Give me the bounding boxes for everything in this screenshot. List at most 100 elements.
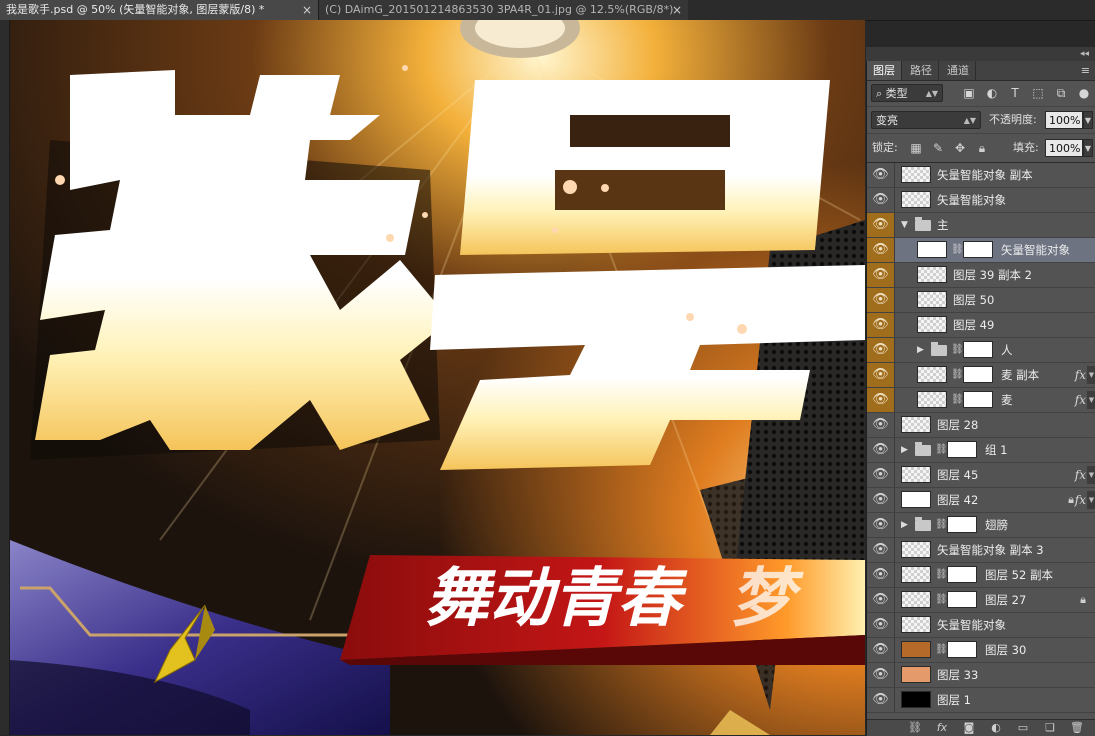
visibility-eye-icon[interactable]: 👁︎: [867, 613, 895, 637]
layer-name[interactable]: 图层 52 副本: [985, 563, 1053, 587]
new-layer-icon[interactable]: ❏: [1042, 720, 1058, 736]
visibility-eye-icon[interactable]: 👁︎: [867, 688, 895, 712]
visibility-eye-icon[interactable]: 👁︎: [867, 488, 895, 512]
expand-triangle-closed-icon[interactable]: ▶: [901, 513, 908, 537]
layer-thumbnail[interactable]: [901, 166, 931, 183]
filter-type-icon[interactable]: T: [1007, 85, 1023, 101]
folder-icon[interactable]: ▭: [1015, 720, 1031, 736]
layer-mask-thumbnail[interactable]: [963, 241, 993, 258]
tab-channels[interactable]: 通道: [941, 61, 976, 80]
visibility-eye-icon[interactable]: 👁︎: [867, 263, 895, 287]
mask-link-icon[interactable]: ⛓: [935, 438, 948, 462]
mask-link-icon[interactable]: ⛓: [935, 563, 948, 587]
layer-row[interactable]: 👁︎ ⛓ 图层 27 🔒︎: [867, 588, 1095, 613]
layer-thumbnail[interactable]: [901, 566, 931, 583]
visibility-eye-icon[interactable]: 👁︎: [867, 388, 895, 412]
layer-name[interactable]: 图层 50: [953, 288, 994, 312]
mask-link-icon[interactable]: ⛓: [935, 638, 948, 662]
layer-name[interactable]: 麦 副本: [1001, 363, 1039, 387]
filter-pixel-icon[interactable]: ▣: [961, 85, 977, 101]
layer-row[interactable]: 👁︎ 图层 39 副本 2: [867, 263, 1095, 288]
layer-row[interactable]: 👁︎ ▶ ⛓ 翅膀: [867, 513, 1095, 538]
mask-link-icon[interactable]: ⛓: [951, 338, 964, 362]
layer-row[interactable]: 👁︎ ⛓ 麦 fx ▼: [867, 388, 1095, 413]
mask-link-icon[interactable]: ⛓: [951, 363, 964, 387]
visibility-eye-icon[interactable]: 👁︎: [867, 213, 895, 237]
adjustment-icon[interactable]: ◐: [988, 720, 1004, 736]
layer-thumbnail[interactable]: [917, 266, 947, 283]
visibility-eye-icon[interactable]: 👁︎: [867, 413, 895, 437]
opacity-input[interactable]: 100%: [1045, 111, 1083, 129]
layer-name[interactable]: 图层 30: [985, 638, 1026, 662]
opacity-dropdown-icon[interactable]: ▼: [1083, 111, 1093, 129]
panel-menu-icon[interactable]: ≡: [1081, 61, 1090, 80]
fx-icon[interactable]: fx: [934, 720, 950, 736]
expand-triangle-closed-icon[interactable]: ▶: [917, 338, 924, 362]
close-icon[interactable]: ×: [672, 0, 682, 20]
tab-jpg-document[interactable]: (C) DAimG_201501214863530 3PA4R_01.jpg @…: [318, 0, 688, 20]
layer-name[interactable]: 矢量智能对象: [937, 188, 1006, 212]
lock-brush-icon[interactable]: ✎: [931, 141, 945, 155]
layer-name[interactable]: 图层 45: [937, 463, 978, 487]
visibility-eye-icon[interactable]: 👁︎: [867, 188, 895, 212]
visibility-eye-icon[interactable]: 👁︎: [867, 663, 895, 687]
layer-name[interactable]: 矢量智能对象 副本: [937, 163, 1033, 187]
layer-mask-thumbnail[interactable]: [947, 641, 977, 658]
layer-name[interactable]: 翅膀: [985, 513, 1008, 537]
layer-name[interactable]: 组 1: [985, 438, 1007, 462]
layer-mask-thumbnail[interactable]: [963, 391, 993, 408]
visibility-eye-icon[interactable]: 👁︎: [867, 538, 895, 562]
layer-mask-thumbnail[interactable]: [963, 341, 993, 358]
layer-thumbnail[interactable]: [901, 541, 931, 558]
layer-thumbnail[interactable]: [917, 291, 947, 308]
layer-row[interactable]: 👁︎ 矢量智能对象 副本 3: [867, 538, 1095, 563]
layer-row[interactable]: 👁︎ 图层 42 🔒︎ fx ▼: [867, 488, 1095, 513]
layer-row[interactable]: 👁︎ ▶ ⛓ 人: [867, 338, 1095, 363]
filter-shape-icon[interactable]: ⬚: [1030, 85, 1046, 101]
layer-row[interactable]: 👁︎ 图层 45 fx ▼: [867, 463, 1095, 488]
visibility-eye-icon[interactable]: 👁︎: [867, 588, 895, 612]
expand-triangle-open-icon[interactable]: ▼: [901, 213, 908, 237]
lock-all-icon[interactable]: 🔒︎: [975, 141, 989, 155]
layer-thumbnail[interactable]: [901, 191, 931, 208]
close-icon[interactable]: ×: [302, 0, 312, 20]
visibility-eye-icon[interactable]: 👁︎: [867, 513, 895, 537]
layer-row[interactable]: 👁︎ 图层 50: [867, 288, 1095, 313]
visibility-eye-icon[interactable]: 👁︎: [867, 288, 895, 312]
layer-thumbnail[interactable]: [901, 666, 931, 683]
visibility-eye-icon[interactable]: 👁︎: [867, 338, 895, 362]
layer-thumbnail[interactable]: [917, 241, 947, 258]
mask-link-icon[interactable]: ⛓: [951, 388, 964, 412]
layer-name[interactable]: 主: [937, 213, 949, 237]
lock-transparent-icon[interactable]: ▦: [909, 141, 923, 155]
collapse-arrows-icon[interactable]: ◂◂: [1080, 47, 1089, 61]
layer-row[interactable]: 👁︎ ⛓ 矢量智能对象: [867, 238, 1095, 263]
layer-row[interactable]: 👁︎ ▼ 主: [867, 213, 1095, 238]
lock-move-icon[interactable]: ✥: [953, 141, 967, 155]
mask-icon[interactable]: ◙: [961, 720, 977, 736]
layer-thumbnail[interactable]: [901, 616, 931, 633]
layer-mask-thumbnail[interactable]: [947, 516, 977, 533]
fill-input[interactable]: 100%: [1045, 139, 1083, 157]
mask-link-icon[interactable]: ⛓: [951, 238, 964, 262]
layer-name[interactable]: 图层 27: [985, 588, 1026, 612]
visibility-eye-icon[interactable]: 👁︎: [867, 238, 895, 262]
layer-row[interactable]: 👁︎ ▶ ⛓ 组 1: [867, 438, 1095, 463]
layer-name[interactable]: 矢量智能对象: [1001, 238, 1070, 262]
layer-name[interactable]: 麦: [1001, 388, 1013, 412]
layer-row[interactable]: 👁︎ ⛓ 图层 52 副本: [867, 563, 1095, 588]
layer-thumbnail[interactable]: [917, 391, 947, 408]
layer-thumbnail[interactable]: [901, 691, 931, 708]
layer-row[interactable]: 👁︎ 图层 33: [867, 663, 1095, 688]
layer-mask-thumbnail[interactable]: [947, 441, 977, 458]
layer-name[interactable]: 图层 49: [953, 313, 994, 337]
filter-smart-object-icon[interactable]: ⧉: [1053, 85, 1069, 101]
layer-mask-thumbnail[interactable]: [947, 591, 977, 608]
visibility-eye-icon[interactable]: 👁︎: [867, 163, 895, 187]
layer-thumbnail[interactable]: [901, 591, 931, 608]
layer-name[interactable]: 图层 1: [937, 688, 971, 712]
layer-thumbnail[interactable]: [901, 641, 931, 658]
layer-mask-thumbnail[interactable]: [947, 566, 977, 583]
tab-layers[interactable]: 图层: [867, 61, 902, 80]
layer-thumbnail[interactable]: [901, 466, 931, 483]
